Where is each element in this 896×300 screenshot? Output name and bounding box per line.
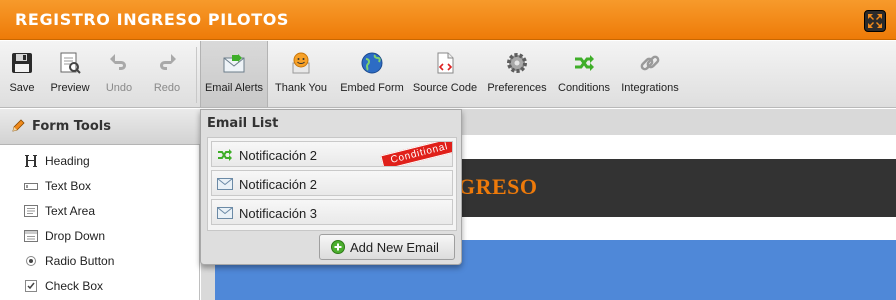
preview-icon: [60, 52, 81, 74]
tool-text-box[interactable]: Text Box: [0, 174, 198, 199]
email-item-label: Notificación 2: [239, 177, 318, 192]
form-tools-header: Form Tools: [0, 109, 200, 145]
dropdown-icon: [24, 230, 38, 242]
email-list-popup: Email List Notificación 2 Conditional No…: [200, 109, 462, 265]
email-item-label: Notificación 2: [239, 148, 318, 163]
undo-button[interactable]: Undo: [98, 41, 140, 107]
tool-check-box[interactable]: Check Box: [0, 274, 198, 299]
source-code-icon: [437, 52, 454, 74]
tool-label: Text Box: [45, 179, 92, 193]
email-alerts-button[interactable]: Email Alerts: [200, 41, 268, 107]
toolbar-separator: [196, 47, 197, 103]
tool-label: Text Area: [45, 204, 96, 218]
expand-icon: [868, 14, 882, 28]
form-header-title: GRESO: [458, 174, 538, 199]
preferences-button[interactable]: Preferences: [486, 41, 548, 107]
form-tools-panel: Form Tools Heading Text Box Text Area Dr…: [0, 109, 200, 300]
form-tools-title: Form Tools: [32, 119, 111, 134]
chain-link-icon: [640, 55, 660, 71]
floppy-disk-icon: [12, 53, 32, 73]
integrations-label: Integrations: [621, 82, 679, 94]
redo-button[interactable]: Redo: [146, 41, 188, 107]
envelope-icon: [217, 178, 233, 190]
tool-drop-down[interactable]: Drop Down: [0, 224, 198, 249]
thank-you-button[interactable]: Thank You: [272, 41, 330, 107]
preview-button[interactable]: Preview: [46, 41, 94, 107]
conditions-icon: [218, 149, 232, 161]
heading-icon: [25, 155, 37, 167]
tool-label: Check Box: [45, 279, 104, 293]
source-code-button[interactable]: Source Code: [411, 41, 479, 107]
plus-circle-icon: [331, 240, 345, 254]
tool-text-area[interactable]: Text Area: [0, 199, 198, 224]
tool-radio-button[interactable]: Radio Button: [0, 249, 198, 274]
save-label: Save: [9, 82, 35, 94]
save-button[interactable]: Save: [0, 41, 44, 107]
email-alerts-label: Email Alerts: [204, 82, 264, 94]
tool-heading[interactable]: Heading: [0, 149, 198, 174]
checkbox-icon: [25, 280, 37, 292]
redo-label: Redo: [153, 82, 181, 94]
textbox-icon: [24, 183, 38, 190]
textarea-icon: [24, 205, 38, 217]
gear-icon: [507, 53, 527, 73]
preview-label: Preview: [50, 82, 90, 94]
conditions-icon: [575, 55, 594, 71]
embed-form-label: Embed Form: [340, 82, 404, 94]
conditions-label: Conditions: [558, 82, 610, 94]
email-alert-icon: [223, 54, 245, 73]
email-list: Notificación 2 Conditional Notificación …: [207, 137, 457, 231]
conditions-button[interactable]: Conditions: [556, 41, 612, 107]
pencil-icon: [12, 119, 25, 132]
integrations-button[interactable]: Integrations: [620, 41, 680, 107]
add-new-email-button[interactable]: Add New Email: [319, 234, 455, 260]
thank-you-label: Thank You: [275, 82, 327, 94]
email-item[interactable]: Notificación 3: [211, 199, 453, 225]
source-code-label: Source Code: [412, 82, 478, 94]
conditional-badge: Conditional: [380, 142, 452, 166]
undo-icon: [110, 54, 126, 70]
preferences-label: Preferences: [487, 82, 547, 94]
tool-label: Drop Down: [45, 229, 106, 243]
add-new-email-label: Add New Email: [350, 240, 439, 255]
window-title: REGISTRO INGRESO PILOTOS: [15, 10, 290, 29]
globe-icon: [361, 52, 383, 74]
tool-label: Radio Button: [45, 254, 115, 268]
radio-icon: [26, 256, 36, 266]
toolbar: Save Preview Undo Redo Email Alerts Than…: [0, 41, 896, 108]
fullscreen-button[interactable]: [864, 10, 886, 32]
embed-form-button[interactable]: Embed Form: [340, 41, 404, 107]
envelope-icon: [217, 207, 233, 219]
email-item[interactable]: Notificación 2 Conditional: [211, 141, 453, 167]
undo-label: Undo: [105, 82, 133, 94]
email-list-title: Email List: [207, 116, 279, 131]
email-item-label: Notificación 3: [239, 206, 318, 221]
redo-icon: [160, 54, 176, 70]
smiley-icon: [292, 52, 310, 74]
email-item[interactable]: Notificación 2: [211, 170, 453, 196]
title-bar: REGISTRO INGRESO PILOTOS: [0, 0, 896, 40]
tool-label: Heading: [45, 154, 90, 168]
